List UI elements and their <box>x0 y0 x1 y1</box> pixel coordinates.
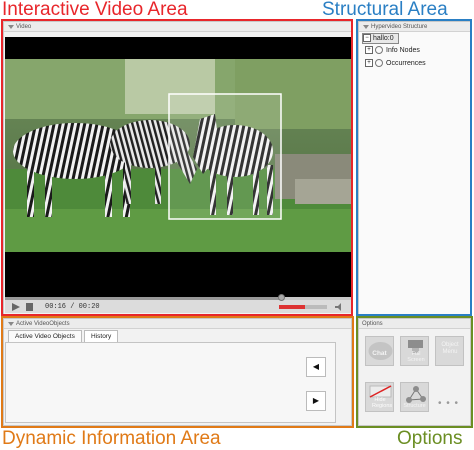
interactive-video-area-frame <box>1 19 353 316</box>
options-frame <box>356 316 473 428</box>
dynamic-information-area-label: Dynamic Information Area <box>2 428 221 449</box>
structural-area-label: Structural Area <box>322 0 448 20</box>
dynamic-information-area-frame <box>1 316 354 428</box>
options-label: Options <box>397 428 463 449</box>
interactive-video-area-label: Interactive Video Area <box>2 0 188 20</box>
structural-area-frame <box>356 19 472 316</box>
